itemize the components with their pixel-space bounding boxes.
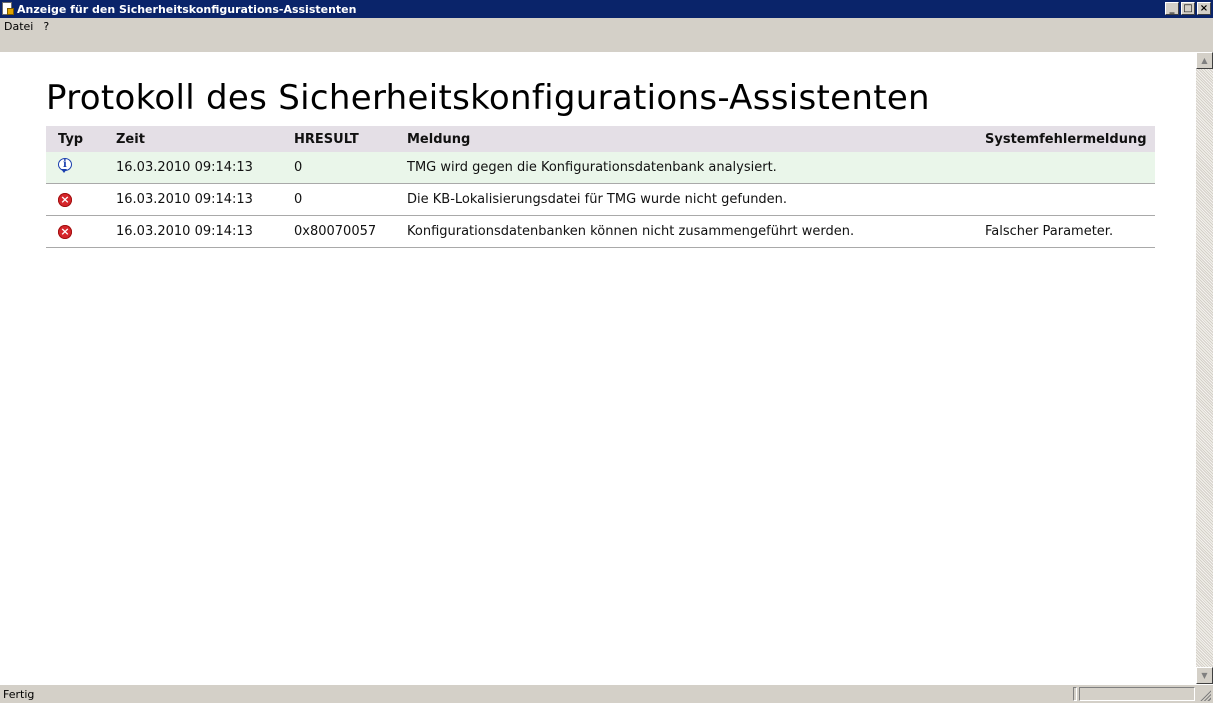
status-bar: Fertig bbox=[0, 684, 1213, 703]
cell-meldung: Konfigurationsdatenbanken können nicht z… bbox=[395, 215, 973, 248]
menu-datei[interactable]: Datei bbox=[4, 20, 33, 33]
col-header-zeit: Zeit bbox=[104, 126, 282, 152]
app-icon bbox=[2, 2, 14, 16]
cell-hresult: 0 bbox=[282, 183, 395, 216]
col-header-systemfehlermeldung: Systemfehlermeldung bbox=[973, 126, 1155, 152]
cell-typ: × bbox=[46, 215, 104, 248]
col-header-meldung: Meldung bbox=[395, 126, 973, 152]
close-button[interactable]: × bbox=[1197, 2, 1211, 15]
log-table: Typ Zeit HRESULT Meldung Systemfehlermel… bbox=[46, 126, 1155, 248]
cell-systemfehler bbox=[973, 152, 1155, 184]
cell-zeit: 16.03.2010 09:14:13 bbox=[104, 215, 282, 248]
status-pane bbox=[1079, 687, 1195, 701]
content-area: Protokoll des Sicherheitskonfigurations-… bbox=[0, 52, 1196, 684]
table-row[interactable]: i 16.03.2010 09:14:13 0 TMG wird gegen d… bbox=[46, 152, 1155, 184]
vertical-scrollbar[interactable]: ▲ ▼ bbox=[1196, 52, 1213, 684]
table-header-row: Typ Zeit HRESULT Meldung Systemfehlermel… bbox=[46, 126, 1155, 152]
cell-typ: i bbox=[46, 152, 104, 184]
cell-systemfehler bbox=[973, 183, 1155, 216]
scroll-down-arrow-icon[interactable]: ▼ bbox=[1196, 667, 1213, 684]
minimize-button[interactable]: _ bbox=[1165, 2, 1179, 15]
scroll-up-arrow-icon[interactable]: ▲ bbox=[1196, 52, 1213, 69]
page-title: Protokoll des Sicherheitskonfigurations-… bbox=[46, 78, 930, 118]
error-icon: × bbox=[58, 225, 72, 239]
cell-typ: × bbox=[46, 183, 104, 216]
status-pane-divider bbox=[1073, 687, 1077, 701]
cell-hresult: 0 bbox=[282, 152, 395, 184]
window-controls: _ □ × bbox=[1165, 2, 1211, 15]
cell-meldung: Die KB-Lokalisierungsdatei für TMG wurde… bbox=[395, 183, 973, 216]
table-row[interactable]: × 16.03.2010 09:14:13 0x80070057 Konfigu… bbox=[46, 215, 1155, 248]
title-bar: Anzeige für den Sicherheitskonfiguration… bbox=[0, 0, 1213, 18]
window-title: Anzeige für den Sicherheitskonfiguration… bbox=[17, 2, 357, 16]
maximize-button[interactable]: □ bbox=[1181, 2, 1195, 15]
menu-help[interactable]: ? bbox=[43, 20, 49, 33]
resize-grip-icon[interactable] bbox=[1199, 689, 1211, 701]
cell-meldung: TMG wird gegen die Konfigurationsdatenba… bbox=[395, 152, 973, 184]
info-icon: i bbox=[58, 157, 74, 174]
cell-systemfehler: Falscher Parameter. bbox=[973, 215, 1155, 248]
cell-zeit: 16.03.2010 09:14:13 bbox=[104, 183, 282, 216]
menu-bar: Datei ? bbox=[0, 18, 1213, 52]
error-icon: × bbox=[58, 193, 72, 207]
status-text: Fertig bbox=[3, 688, 35, 701]
table-row[interactable]: × 16.03.2010 09:14:13 0 Die KB-Lokalisie… bbox=[46, 183, 1155, 216]
cell-zeit: 16.03.2010 09:14:13 bbox=[104, 152, 282, 184]
cell-hresult: 0x80070057 bbox=[282, 215, 395, 248]
col-header-hresult: HRESULT bbox=[282, 126, 395, 152]
col-header-typ: Typ bbox=[46, 126, 104, 152]
